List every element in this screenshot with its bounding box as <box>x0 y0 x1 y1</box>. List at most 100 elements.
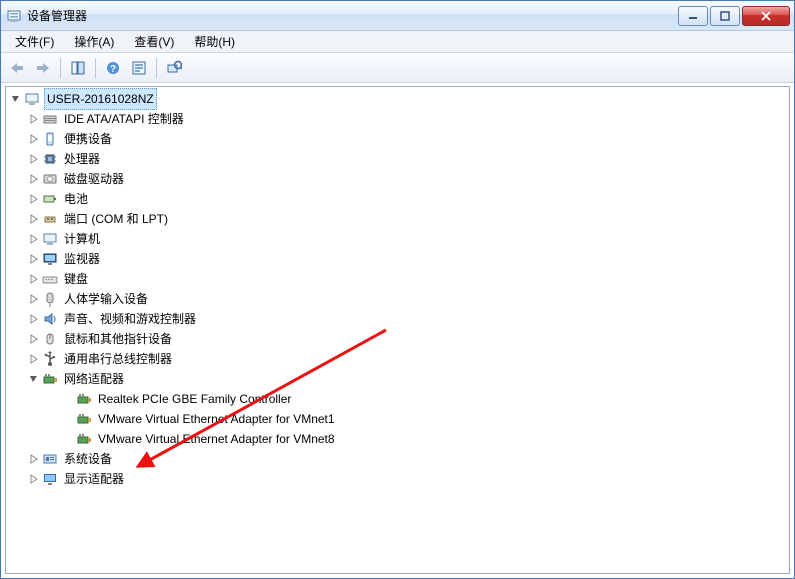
tree-node[interactable]: 显示适配器 <box>6 469 789 489</box>
disk-icon <box>42 171 58 187</box>
tree-node[interactable]: 监视器 <box>6 249 789 269</box>
expander-closed-icon[interactable] <box>28 333 40 345</box>
expander-none <box>62 393 74 405</box>
expander-closed-icon[interactable] <box>28 253 40 265</box>
toolbar-separator <box>95 58 96 78</box>
expander-closed-icon[interactable] <box>28 473 40 485</box>
network-adapter-icon <box>76 431 92 447</box>
expander-closed-icon[interactable] <box>28 273 40 285</box>
tree-node-label: 显示适配器 <box>62 469 126 489</box>
tree-node[interactable]: 便携设备 <box>6 129 789 149</box>
expander-open-icon[interactable] <box>28 373 40 385</box>
tree-node[interactable]: 端口 (COM 和 LPT) <box>6 209 789 229</box>
tree-node-label: 系统设备 <box>62 449 114 469</box>
expander-closed-icon[interactable] <box>28 313 40 325</box>
close-button[interactable] <box>742 6 790 26</box>
expander-closed-icon[interactable] <box>28 153 40 165</box>
network-adapter-icon <box>76 411 92 427</box>
window-controls <box>678 6 794 26</box>
tree-node[interactable]: 人体学输入设备 <box>6 289 789 309</box>
minimize-button[interactable] <box>678 6 708 26</box>
network-adapter-icon <box>42 371 58 387</box>
expander-closed-icon[interactable] <box>28 233 40 245</box>
tree-node[interactable]: 通用串行总线控制器 <box>6 349 789 369</box>
tree-node-label: 磁盘驱动器 <box>62 169 126 189</box>
tree-node-label: IDE ATA/ATAPI 控制器 <box>62 109 186 129</box>
mouse-icon <box>42 331 58 347</box>
menubar: 文件(F) 操作(A) 查看(V) 帮助(H) <box>1 31 794 53</box>
tree-node-label: 便携设备 <box>62 129 114 149</box>
titlebar: 设备管理器 <box>1 1 794 31</box>
properties-button[interactable] <box>127 56 151 80</box>
keyboard-icon <box>42 271 58 287</box>
hid-icon <box>42 291 58 307</box>
app-icon <box>1 8 27 24</box>
tree-root[interactable]: USER-20161028NZ <box>6 89 789 109</box>
display-icon <box>42 471 58 487</box>
tree-node[interactable]: 系统设备 <box>6 449 789 469</box>
help-button[interactable]: ? <box>101 56 125 80</box>
toolbar-separator <box>156 58 157 78</box>
cpu-icon <box>42 151 58 167</box>
menu-view[interactable]: 查看(V) <box>124 31 184 52</box>
tree-node[interactable]: 计算机 <box>6 229 789 249</box>
port-icon <box>42 211 58 227</box>
monitor-icon <box>42 251 58 267</box>
computer-icon <box>24 91 40 107</box>
expander-closed-icon[interactable] <box>28 133 40 145</box>
expander-closed-icon[interactable] <box>28 113 40 125</box>
expander-open-icon[interactable] <box>10 93 22 105</box>
expander-none <box>62 413 74 425</box>
tree-node-label: 人体学输入设备 <box>62 289 150 309</box>
tree-node-label: Realtek PCIe GBE Family Controller <box>96 389 293 409</box>
tree-node[interactable]: 键盘 <box>6 269 789 289</box>
expander-none <box>62 433 74 445</box>
device-tree: USER-20161028NZ IDE ATA/ATAPI 控制器便携设备处理器… <box>6 89 789 489</box>
expander-closed-icon[interactable] <box>28 353 40 365</box>
ide-icon <box>42 111 58 127</box>
device-manager-window: 设备管理器 文件(F) 操作(A) 查看(V) 帮助(H) <box>0 0 795 579</box>
tree-node[interactable]: 磁盘驱动器 <box>6 169 789 189</box>
tree-root-label: USER-20161028NZ <box>44 88 157 110</box>
computer-icon <box>42 231 58 247</box>
maximize-button[interactable] <box>710 6 740 26</box>
tree-node-label: VMware Virtual Ethernet Adapter for VMne… <box>96 409 337 429</box>
tree-node-label: 通用串行总线控制器 <box>62 349 174 369</box>
tree-node[interactable]: 鼠标和其他指针设备 <box>6 329 789 349</box>
expander-closed-icon[interactable] <box>28 293 40 305</box>
menu-action[interactable]: 操作(A) <box>64 31 124 52</box>
expander-closed-icon[interactable] <box>28 173 40 185</box>
tree-node-label: 监视器 <box>62 249 102 269</box>
tree-node-label: 处理器 <box>62 149 102 169</box>
tree-node-label: VMware Virtual Ethernet Adapter for VMne… <box>96 429 337 449</box>
menu-file[interactable]: 文件(F) <box>5 31 64 52</box>
forward-button[interactable] <box>31 56 55 80</box>
system-icon <box>42 451 58 467</box>
toolbar: ? <box>1 53 794 83</box>
usb-icon <box>42 351 58 367</box>
portable-icon <box>42 131 58 147</box>
tree-node-label: 端口 (COM 和 LPT) <box>62 209 170 229</box>
toolbar-separator <box>60 58 61 78</box>
sound-icon <box>42 311 58 327</box>
menu-help[interactable]: 帮助(H) <box>184 31 245 52</box>
tree-node-network-adapters[interactable]: 网络适配器 <box>6 369 789 389</box>
show-hide-tree-button[interactable] <box>66 56 90 80</box>
tree-node-nic[interactable]: VMware Virtual Ethernet Adapter for VMne… <box>6 409 789 429</box>
tree-node-label: 计算机 <box>62 229 102 249</box>
tree-node[interactable]: 电池 <box>6 189 789 209</box>
expander-closed-icon[interactable] <box>28 213 40 225</box>
tree-node-label: 网络适配器 <box>62 369 126 389</box>
tree-node-nic[interactable]: Realtek PCIe GBE Family Controller <box>6 389 789 409</box>
tree-node[interactable]: 处理器 <box>6 149 789 169</box>
scan-hardware-button[interactable] <box>162 56 186 80</box>
tree-node[interactable]: IDE ATA/ATAPI 控制器 <box>6 109 789 129</box>
expander-closed-icon[interactable] <box>28 193 40 205</box>
back-button[interactable] <box>5 56 29 80</box>
tree-node-label: 鼠标和其他指针设备 <box>62 329 174 349</box>
tree-node-label: 键盘 <box>62 269 90 289</box>
tree-node[interactable]: 声音、视频和游戏控制器 <box>6 309 789 329</box>
expander-closed-icon[interactable] <box>28 453 40 465</box>
tree-view[interactable]: USER-20161028NZ IDE ATA/ATAPI 控制器便携设备处理器… <box>5 86 790 574</box>
tree-node-nic[interactable]: VMware Virtual Ethernet Adapter for VMne… <box>6 429 789 449</box>
